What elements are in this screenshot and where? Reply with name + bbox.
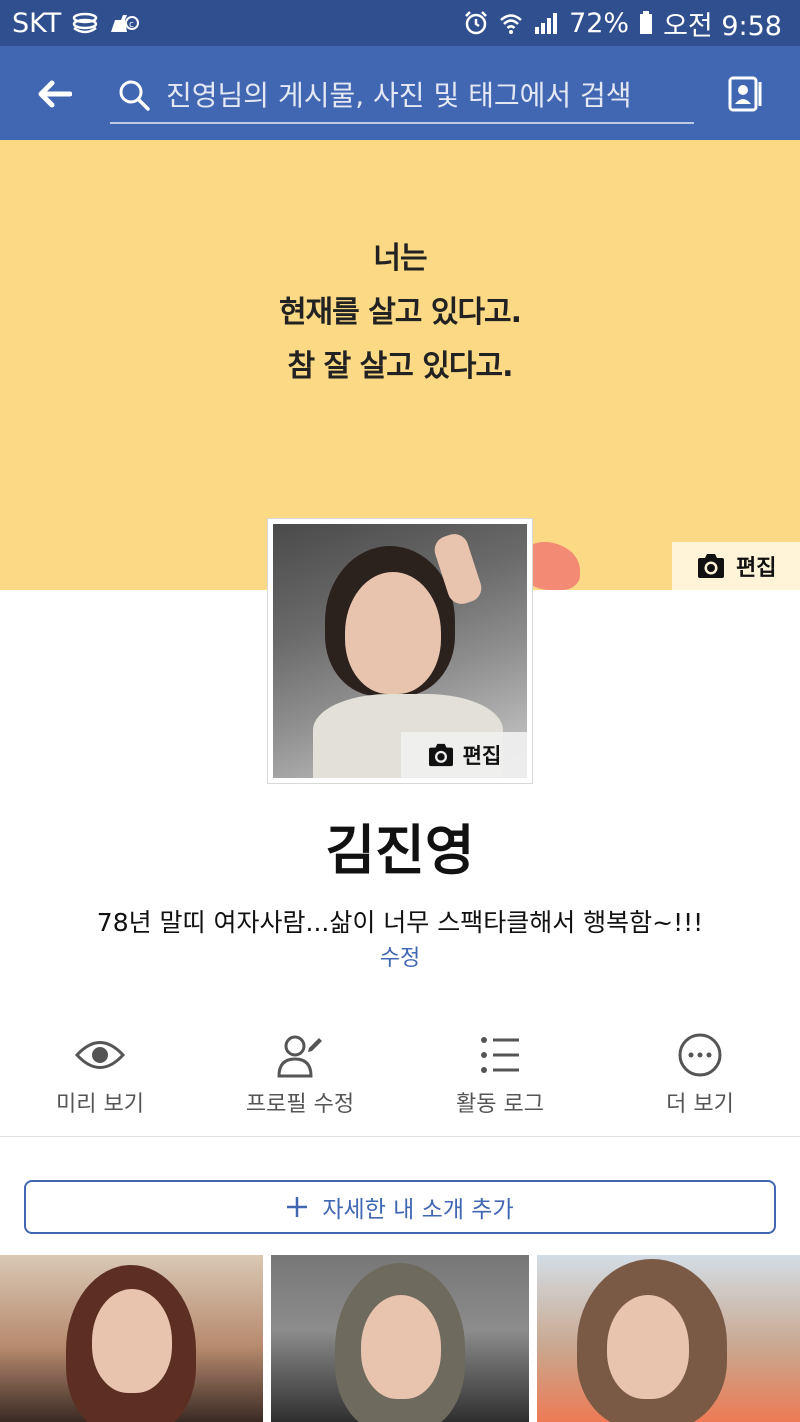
- edit-profile-icon: [275, 1030, 325, 1080]
- cover-quote: 너는 현재를 살고 있다고. 참 잘 살고 있다고.: [0, 232, 800, 394]
- profile-actions: 미리 보기 프로필 수정 활동 로그 더 보기: [0, 1030, 800, 1130]
- back-button[interactable]: [32, 72, 76, 116]
- carrier-label: SKT: [12, 7, 62, 39]
- featured-photo[interactable]: [537, 1255, 800, 1422]
- alarm-icon: [463, 10, 489, 36]
- cover-quote-line: 너는: [373, 241, 427, 276]
- back-arrow-icon: [38, 80, 72, 108]
- cover-quote-line: 참 잘 살고 있다고.: [287, 349, 514, 384]
- camera-icon: [428, 743, 453, 767]
- edit-cover-label: 편집: [736, 556, 777, 581]
- list-icon: [479, 1030, 521, 1080]
- wifi-icon: [499, 11, 523, 35]
- more-button[interactable]: 더 보기: [600, 1030, 800, 1130]
- notification-icon: [71, 12, 99, 34]
- eye-icon: [75, 1030, 125, 1080]
- add-intro-label: 자세한 내 소개 추가: [322, 1197, 514, 1223]
- featured-photo[interactable]: [271, 1255, 529, 1422]
- edit-bio-label[interactable]: 수정: [380, 946, 420, 971]
- edit-profile-button[interactable]: 프로필 수정: [200, 1030, 400, 1130]
- battery-icon: [639, 11, 653, 35]
- search-input[interactable]: [164, 77, 694, 113]
- signal-icon: [533, 11, 559, 35]
- battery-percent: 72%: [569, 7, 630, 39]
- action-label: 프로필 수정: [245, 1092, 355, 1117]
- featured-photos: [0, 1255, 800, 1422]
- svg-text:c: c: [129, 20, 134, 30]
- cover-quote-line: 현재를 살고 있다고.: [278, 295, 522, 330]
- edit-cover-button[interactable]: 편집: [672, 542, 800, 590]
- status-bar: SKT c 72% 오전 9:58: [0, 0, 800, 46]
- action-label: 활동 로그: [456, 1092, 544, 1117]
- plus-icon: [287, 1197, 308, 1217]
- contact-card-icon: [728, 76, 762, 112]
- profile-bio: 78년 말띠 여자사람...삶이 너무 스팩타클해서 행복함~!!!: [96, 908, 704, 937]
- status-bar-left: SKT c: [12, 7, 140, 39]
- search-icon: [114, 75, 154, 115]
- edit-bio-link[interactable]: 수정: [0, 940, 800, 972]
- add-intro-button[interactable]: 자세한 내 소개 추가: [24, 1180, 776, 1234]
- edit-avatar-label: 편집: [462, 744, 502, 768]
- contacts-button[interactable]: [722, 70, 770, 118]
- profile-name: 김진영: [325, 819, 475, 882]
- status-bar-right: 72% 오전 9:58: [463, 4, 782, 43]
- clock: 오전 9:58: [663, 10, 782, 42]
- search-bar[interactable]: [110, 68, 694, 124]
- featured-photo[interactable]: [0, 1255, 263, 1422]
- edit-profile-picture-button[interactable]: 편집: [401, 732, 527, 778]
- action-label: 더 보기: [666, 1092, 734, 1117]
- preview-button[interactable]: 미리 보기: [0, 1030, 200, 1130]
- app-notification-icon: c: [109, 12, 140, 34]
- profile-picture[interactable]: 편집: [268, 519, 532, 783]
- avatar: 편집: [273, 524, 527, 778]
- action-label: 미리 보기: [56, 1092, 144, 1117]
- section-divider: [0, 1136, 800, 1137]
- more-icon: [677, 1030, 723, 1080]
- app-bar: [0, 46, 800, 140]
- camera-icon: [698, 554, 724, 578]
- activity-log-button[interactable]: 활동 로그: [400, 1030, 600, 1130]
